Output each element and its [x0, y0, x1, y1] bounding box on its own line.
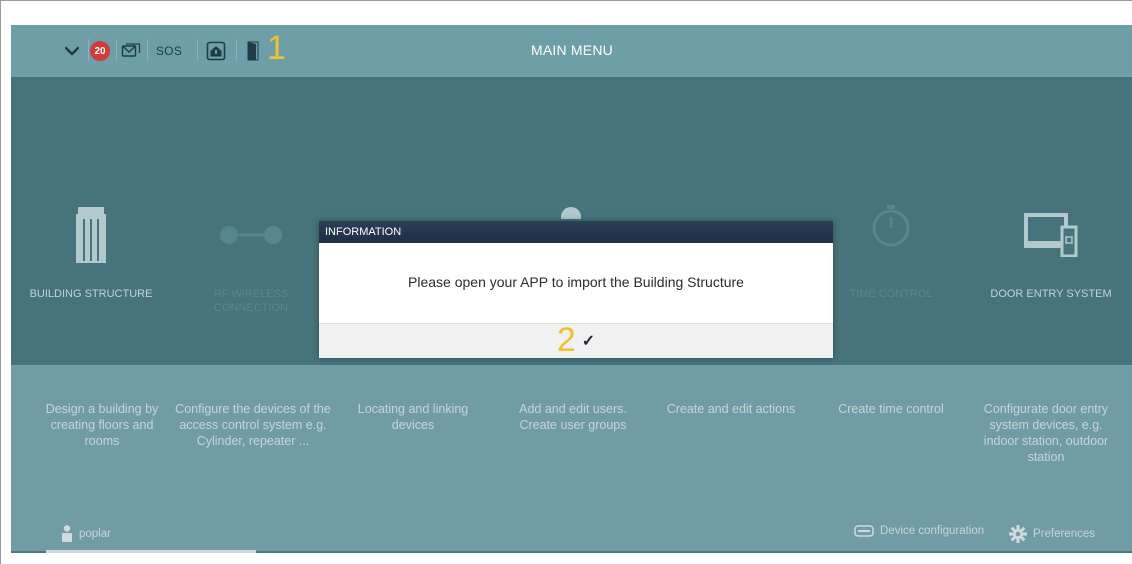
dialog-footer: 2 ✓: [319, 323, 833, 358]
information-dialog: INFORMATION Please open your APP to impo…: [319, 221, 833, 358]
ok-button[interactable]: ✓: [582, 331, 595, 351]
page-title: MAIN MENU: [531, 42, 613, 58]
annotation-marker-2: 2: [556, 321, 576, 359]
screenshot-frame: 20 SOS 1 MAIN MENU BUILDING STRUCTURE RF…: [0, 0, 1132, 564]
dialog-title: INFORMATION: [319, 221, 833, 243]
dialog-message: Please open your APP to import the Build…: [408, 274, 744, 290]
app-window: 20 SOS 1 MAIN MENU BUILDING STRUCTURE RF…: [11, 25, 1132, 553]
top-bar: 20 SOS 1 MAIN MENU: [11, 25, 1132, 77]
